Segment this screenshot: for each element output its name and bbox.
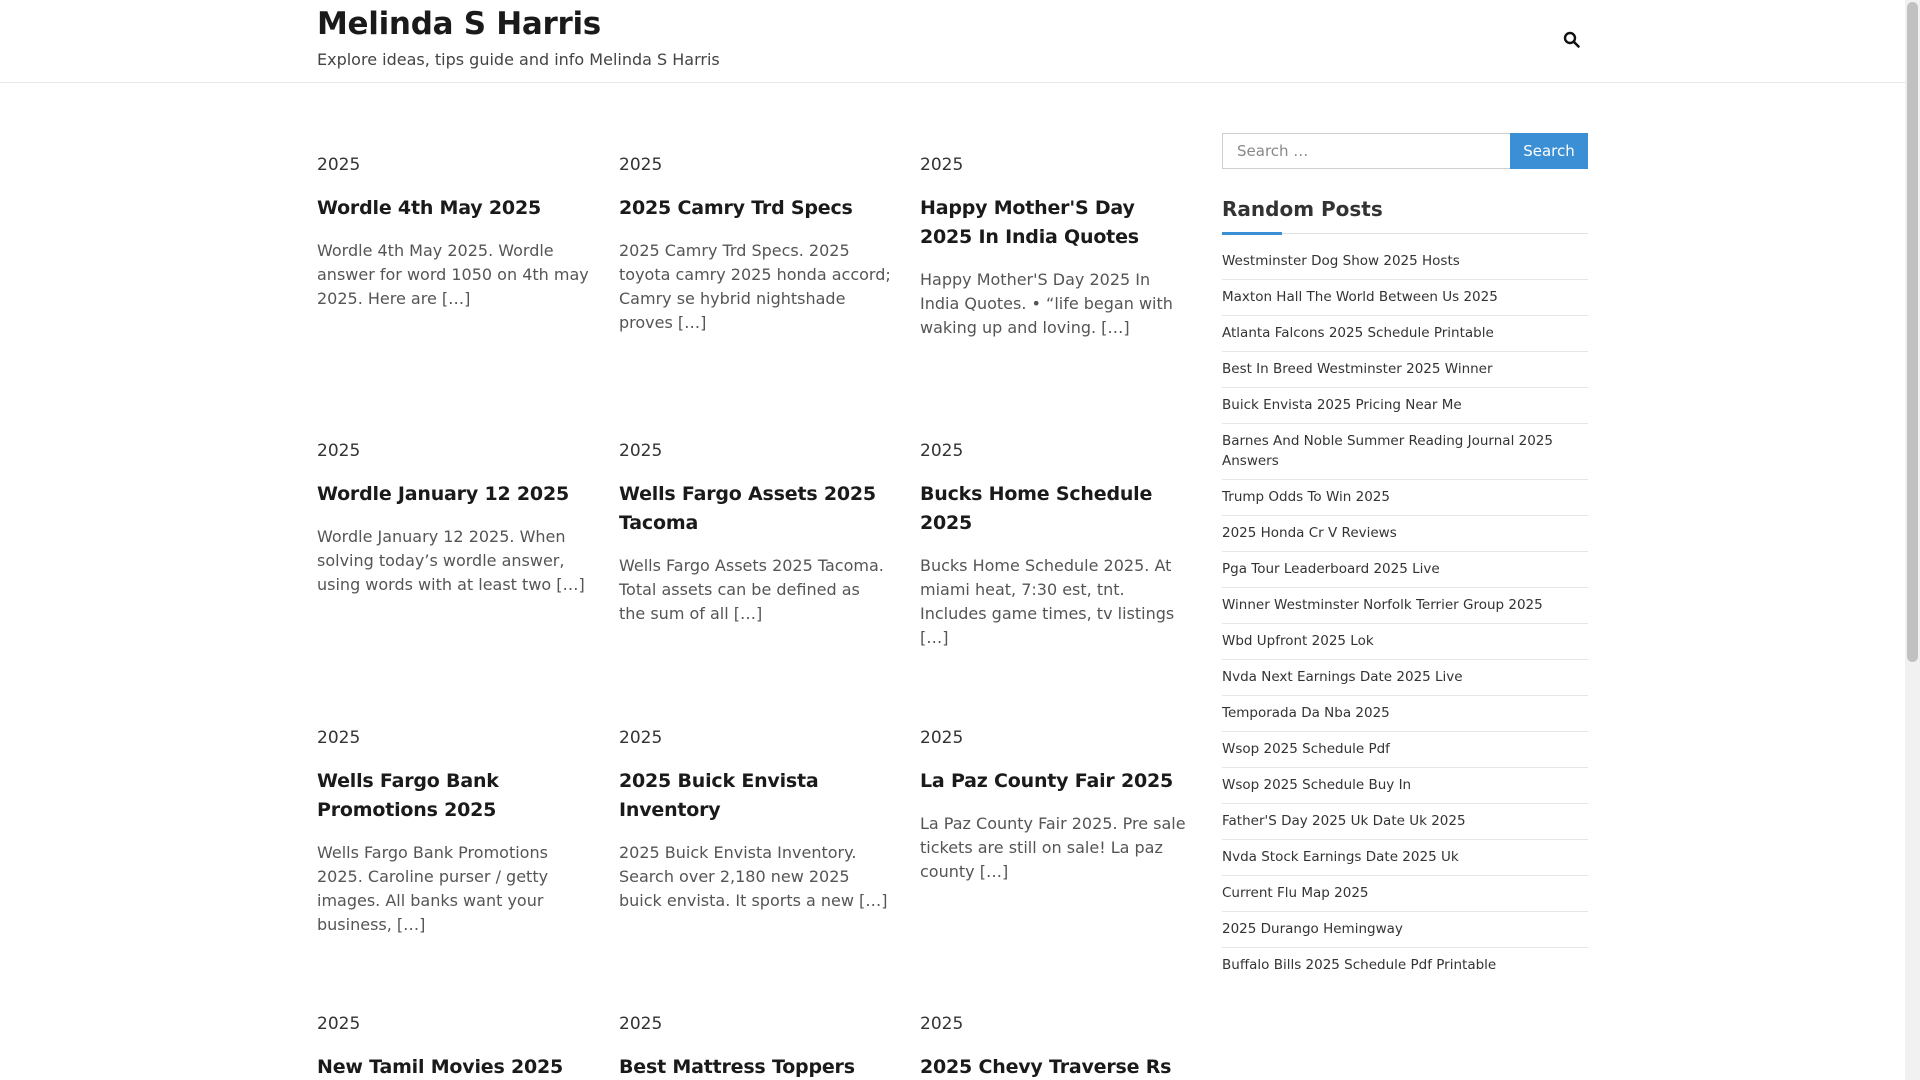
post-excerpt: Bucks Home Schedule 2025. At miami heat,… (920, 556, 1175, 647)
post-year[interactable]: 2025 (619, 1013, 891, 1035)
post-card: 2025 Best Mattress Toppers 2025 Uk (619, 1013, 891, 1080)
post-year[interactable]: 2025 (317, 154, 589, 176)
scrollbar-thumb[interactable] (1907, 2, 1918, 662)
search-form: Search (1222, 133, 1588, 169)
post-card: 2025 Wordle January 12 2025 Wordle Janua… (317, 440, 589, 597)
list-item: Wsop 2025 Schedule Pdf (1222, 732, 1588, 768)
post-card: 2025 2025 Chevy Traverse Rs Near (920, 1013, 1192, 1080)
random-post-link[interactable]: 2025 Honda Cr V Reviews (1222, 525, 1397, 541)
list-item: Best In Breed Westminster 2025 Winner (1222, 352, 1588, 388)
list-item: Wbd Upfront 2025 Lok (1222, 624, 1588, 660)
post-title[interactable]: Wordle January 12 2025 (317, 480, 589, 509)
list-item: Nvda Stock Earnings Date 2025 Uk (1222, 840, 1588, 876)
post-year[interactable]: 2025 (920, 727, 1192, 749)
random-post-link[interactable]: Wbd Upfront 2025 Lok (1222, 633, 1374, 649)
random-post-link[interactable]: Nvda Next Earnings Date 2025 Live (1222, 669, 1463, 685)
list-item: Wsop 2025 Schedule Buy In (1222, 768, 1588, 804)
post-year[interactable]: 2025 (619, 154, 891, 176)
post-year[interactable]: 2025 (317, 440, 589, 462)
random-post-link[interactable]: Buffalo Bills 2025 Schedule Pdf Printabl… (1222, 957, 1496, 973)
post-excerpt: Wells Fargo Bank Promotions 2025. Caroli… (317, 843, 549, 934)
list-item: Buffalo Bills 2025 Schedule Pdf Printabl… (1222, 948, 1588, 983)
random-post-link[interactable]: Wsop 2025 Schedule Pdf (1222, 741, 1390, 757)
list-item: Temporada Da Nba 2025 (1222, 696, 1588, 732)
list-item: Atlanta Falcons 2025 Schedule Printable (1222, 316, 1588, 352)
random-post-link[interactable]: 2025 Durango Hemingway (1222, 921, 1403, 937)
post-excerpt: La Paz County Fair 2025. Pre sale ticket… (920, 814, 1186, 881)
post-excerpt: Happy Mother'S Day 2025 In India Quotes.… (920, 270, 1173, 337)
list-item: Westminster Dog Show 2025 Hosts (1222, 244, 1588, 280)
page: Melinda S Harris Explore ideas, tips gui… (0, 0, 1920, 1080)
post-title[interactable]: Wordle 4th May 2025 (317, 194, 589, 223)
random-post-link[interactable]: Best In Breed Westminster 2025 Winner (1222, 361, 1493, 377)
site-tagline: Explore ideas, tips guide and info Melin… (317, 50, 720, 69)
random-post-link[interactable]: Winner Westminster Norfolk Terrier Group… (1222, 597, 1543, 613)
list-item: 2025 Durango Hemingway (1222, 912, 1588, 948)
post-title[interactable]: La Paz County Fair 2025 (920, 767, 1192, 796)
post-title[interactable]: 2025 Camry Trd Specs (619, 194, 891, 223)
post-card: 2025 2025 Buick Envista Inventory 2025 B… (619, 727, 891, 913)
post-year[interactable]: 2025 (317, 727, 589, 749)
scrollbar[interactable] (1905, 0, 1920, 1080)
list-item: Trump Odds To Win 2025 (1222, 480, 1588, 516)
random-post-link[interactable]: Buick Envista 2025 Pricing Near Me (1222, 397, 1462, 413)
post-year[interactable]: 2025 (619, 440, 891, 462)
post-title[interactable]: Wells Fargo Assets 2025 Tacoma (619, 480, 891, 538)
list-item: Barnes And Noble Summer Reading Journal … (1222, 424, 1588, 480)
post-card: 2025 Happy Mother'S Day 2025 In India Qu… (920, 154, 1192, 340)
post-card: 2025 2025 Camry Trd Specs 2025 Camry Trd… (619, 154, 891, 335)
post-excerpt: Wells Fargo Assets 2025 Tacoma. Total as… (619, 556, 884, 623)
list-item: Buick Envista 2025 Pricing Near Me (1222, 388, 1588, 424)
random-post-link[interactable]: Pga Tour Leaderboard 2025 Live (1222, 561, 1440, 577)
post-excerpt: Wordle January 12 2025. When solving tod… (317, 527, 585, 594)
post-title[interactable]: Wells Fargo Bank Promotions 2025 (317, 767, 589, 825)
list-item: Maxton Hall The World Between Us 2025 (1222, 280, 1588, 316)
list-item: Winner Westminster Norfolk Terrier Group… (1222, 588, 1588, 624)
random-posts-title: Random Posts (1222, 197, 1588, 235)
search-icon[interactable] (1562, 30, 1582, 50)
post-card: 2025 Wells Fargo Bank Promotions 2025 We… (317, 727, 589, 937)
post-card: 2025 Bucks Home Schedule 2025 Bucks Home… (920, 440, 1192, 650)
search-input[interactable] (1222, 133, 1510, 169)
post-card: 2025 La Paz County Fair 2025 La Paz Coun… (920, 727, 1192, 884)
post-year[interactable]: 2025 (920, 440, 1192, 462)
post-year[interactable]: 2025 (920, 154, 1192, 176)
random-post-link[interactable]: Atlanta Falcons 2025 Schedule Printable (1222, 325, 1494, 341)
post-year[interactable]: 2025 (619, 727, 891, 749)
random-post-link[interactable]: Trump Odds To Win 2025 (1222, 489, 1390, 505)
post-title[interactable]: 2025 Buick Envista Inventory (619, 767, 891, 825)
post-excerpt: 2025 Camry Trd Specs. 2025 toyota camry … (619, 241, 891, 332)
random-post-link[interactable]: Maxton Hall The World Between Us 2025 (1222, 289, 1498, 305)
post-excerpt: 2025 Buick Envista Inventory. Search ove… (619, 843, 888, 910)
sidebar: Search Random Posts Westminster Dog Show… (1222, 133, 1588, 983)
post-card: 2025 Wells Fargo Assets 2025 Tacoma Well… (619, 440, 891, 626)
list-item: Father'S Day 2025 Uk Date Uk 2025 (1222, 804, 1588, 840)
random-post-link[interactable]: Nvda Stock Earnings Date 2025 Uk (1222, 849, 1459, 865)
random-post-link[interactable]: Westminster Dog Show 2025 Hosts (1222, 253, 1460, 269)
post-card: 2025 New Tamil Movies 2025 (317, 1013, 589, 1080)
post-title[interactable]: New Tamil Movies 2025 (317, 1053, 589, 1080)
post-year[interactable]: 2025 (920, 1013, 1192, 1035)
post-title[interactable]: Best Mattress Toppers 2025 Uk (619, 1053, 891, 1080)
random-post-link[interactable]: Temporada Da Nba 2025 (1222, 705, 1390, 721)
site-title[interactable]: Melinda S Harris (317, 6, 601, 42)
post-year[interactable]: 2025 (317, 1013, 589, 1035)
list-item: Nvda Next Earnings Date 2025 Live (1222, 660, 1588, 696)
random-post-link[interactable]: Wsop 2025 Schedule Buy In (1222, 777, 1411, 793)
random-post-link[interactable]: Father'S Day 2025 Uk Date Uk 2025 (1222, 813, 1466, 829)
post-title[interactable]: Happy Mother'S Day 2025 In India Quotes (920, 194, 1192, 252)
search-button[interactable]: Search (1510, 133, 1588, 169)
list-item: Pga Tour Leaderboard 2025 Live (1222, 552, 1588, 588)
list-item: 2025 Honda Cr V Reviews (1222, 516, 1588, 552)
list-item: Current Flu Map 2025 (1222, 876, 1588, 912)
post-title[interactable]: 2025 Chevy Traverse Rs Near (920, 1053, 1192, 1080)
post-card: 2025 Wordle 4th May 2025 Wordle 4th May … (317, 154, 589, 311)
random-post-link[interactable]: Current Flu Map 2025 (1222, 885, 1369, 901)
random-post-link[interactable]: Barnes And Noble Summer Reading Journal … (1222, 433, 1553, 469)
site-header: Melinda S Harris Explore ideas, tips gui… (0, 0, 1905, 83)
post-excerpt: Wordle 4th May 2025. Wordle answer for w… (317, 241, 589, 308)
random-posts-list: Westminster Dog Show 2025 Hosts Maxton H… (1222, 244, 1588, 983)
post-title[interactable]: Bucks Home Schedule 2025 (920, 480, 1192, 538)
